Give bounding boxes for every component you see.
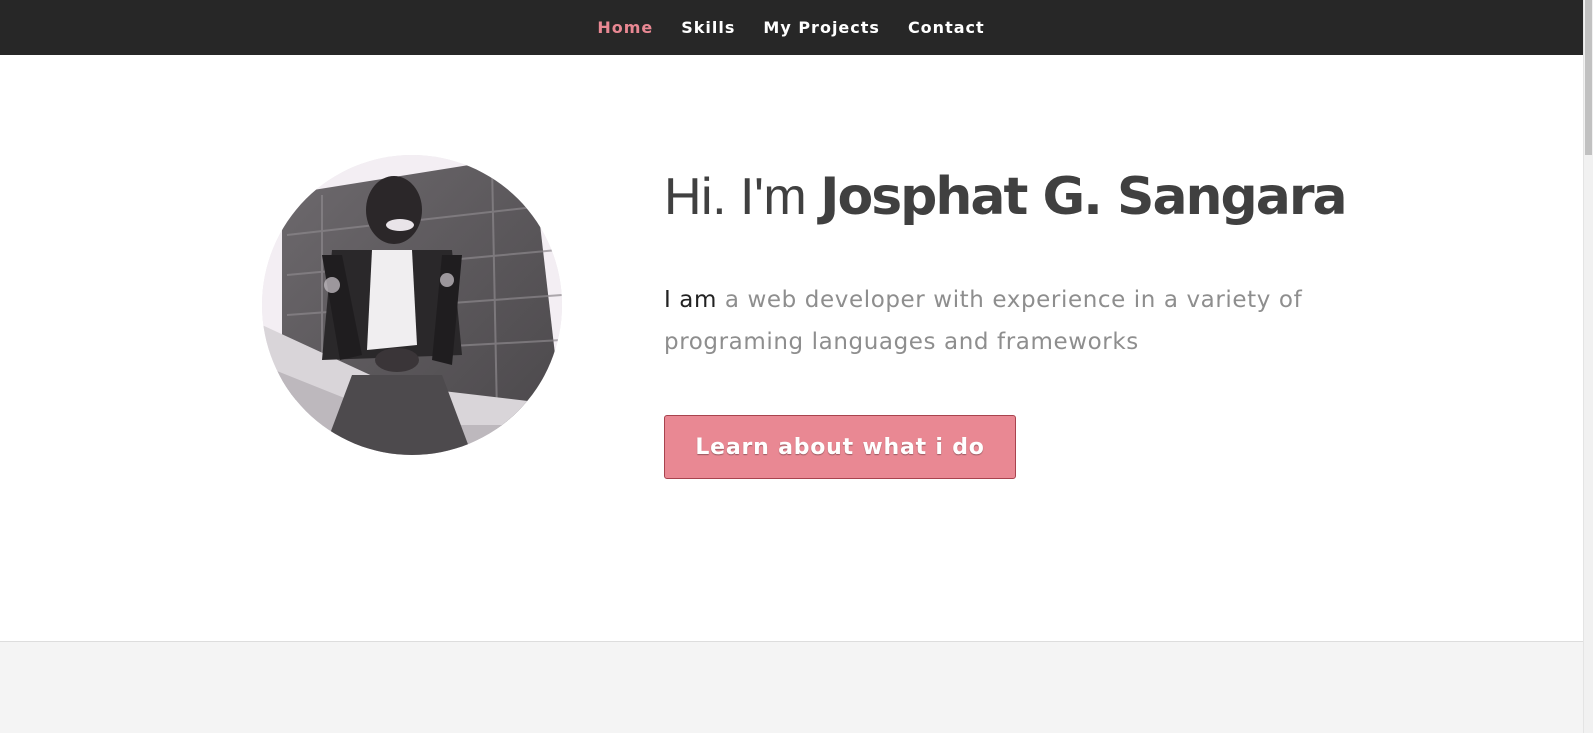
hero-tagline: I am a web developer with experience in …: [664, 279, 1304, 363]
greeting-prefix: Hi. I'm: [664, 168, 821, 226]
hero-text-block: Hi. I'm Josphat G. Sangara I am a web de…: [664, 165, 1348, 363]
nav-link-contact[interactable]: Contact: [908, 0, 985, 55]
scrollbar-thumb[interactable]: [1585, 0, 1592, 155]
vertical-scrollbar[interactable]: [1583, 0, 1593, 733]
learn-more-button[interactable]: Learn about what i do: [664, 415, 1016, 479]
tagline-lead: I am: [664, 287, 717, 313]
nav-item-skills: Skills: [681, 0, 735, 55]
tagline-rest: a web developer with experience in a var…: [664, 287, 1303, 355]
next-section: [0, 641, 1584, 733]
nav-link-home[interactable]: Home: [597, 0, 653, 55]
profile-photo-image: [262, 155, 562, 455]
page: Home Skills My Projects Contact Hi. I'm …: [0, 0, 1593, 733]
nav-menu: Home Skills My Projects Contact: [597, 0, 984, 55]
profile-avatar: [262, 155, 562, 455]
owner-name: Josphat G. Sangara: [820, 167, 1347, 227]
top-navigation: Home Skills My Projects Contact: [0, 0, 1584, 55]
nav-item-home: Home: [597, 0, 653, 55]
nav-item-projects: My Projects: [763, 0, 880, 55]
nav-link-skills[interactable]: Skills: [681, 0, 735, 55]
nav-item-contact: Contact: [908, 0, 985, 55]
hero-section: Hi. I'm Josphat G. Sangara I am a web de…: [0, 55, 1584, 642]
hero-heading: Hi. I'm Josphat G. Sangara: [664, 165, 1348, 229]
nav-link-my-projects[interactable]: My Projects: [763, 0, 880, 55]
